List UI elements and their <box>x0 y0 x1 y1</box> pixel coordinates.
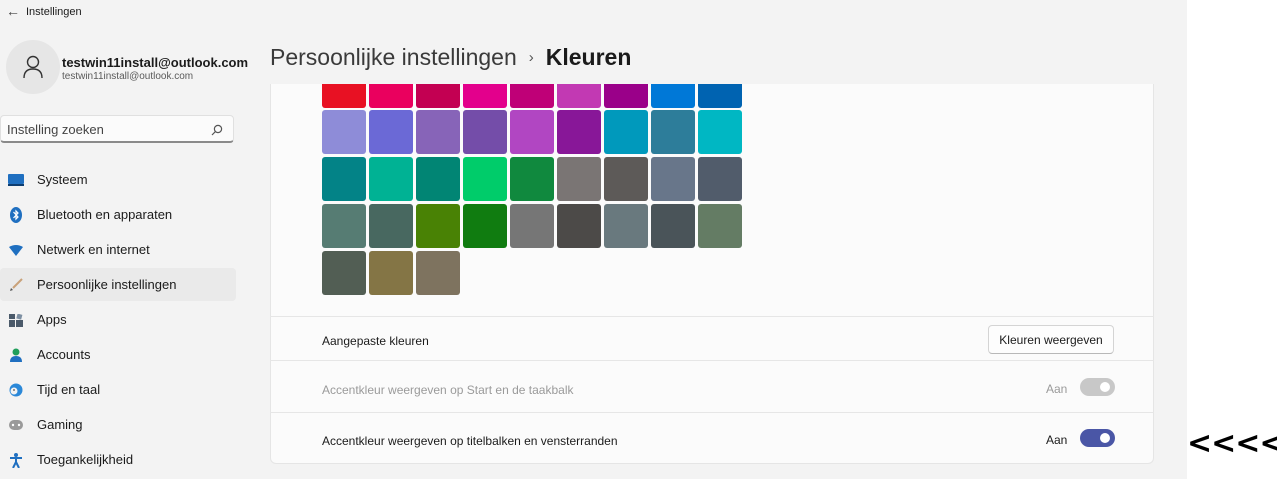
color-swatch[interactable] <box>651 204 695 248</box>
color-swatch[interactable] <box>651 84 695 108</box>
show-colors-button[interactable]: Kleuren weergeven <box>988 325 1114 354</box>
back-arrow-icon[interactable]: ← <box>6 3 20 19</box>
title-bar: ← Instellingen <box>0 0 1187 26</box>
page-title: Kleuren <box>545 44 632 70</box>
accent-titlebars-state: Aan <box>1046 433 1068 447</box>
custom-colors-row: Aangepaste kleuren Kleuren weergeven <box>270 316 1154 360</box>
color-swatch[interactable] <box>463 204 507 248</box>
color-swatch[interactable] <box>369 157 413 201</box>
color-swatch[interactable] <box>463 110 507 154</box>
sidebar-item-systeem[interactable]: Systeem <box>0 163 236 196</box>
accent-start-label: Accentkleur weergeven op Start en de taa… <box>322 383 574 397</box>
globe-clock-icon <box>8 382 24 398</box>
color-swatch[interactable] <box>416 157 460 201</box>
sidebar-item-persoonlijke-instellingen[interactable]: Persoonlijke instellingen <box>0 268 236 301</box>
color-swatch[interactable] <box>510 204 554 248</box>
color-swatch[interactable] <box>651 110 695 154</box>
sidebar-item-apps[interactable]: Apps <box>0 303 236 336</box>
sidebar-item-tijd-en-taal[interactable]: Tijd en taal <box>0 373 236 406</box>
sidebar-item-label: Toegankelijkheid <box>37 452 134 467</box>
color-swatch[interactable] <box>557 110 601 154</box>
color-swatch[interactable] <box>698 84 742 108</box>
color-swatch[interactable] <box>557 84 601 108</box>
person-icon <box>8 347 24 363</box>
accent-titlebars-label: Accentkleur weergeven op titelbalken en … <box>322 434 618 448</box>
settings-window: ← Instellingen testwin11install@outlook.… <box>0 0 1187 479</box>
sidebar-item-label: Netwerk en internet <box>37 242 150 257</box>
accessibility-icon <box>8 452 24 468</box>
search-input[interactable] <box>7 116 197 142</box>
breadcrumb-parent[interactable]: Persoonlijke instellingen <box>270 44 517 70</box>
avatar[interactable] <box>6 40 60 94</box>
monitor-icon <box>8 172 24 188</box>
custom-colors-label: Aangepaste kleuren <box>322 334 429 348</box>
breadcrumb-separator: › <box>528 49 534 66</box>
color-swatch[interactable] <box>510 157 554 201</box>
color-swatch[interactable] <box>604 157 648 201</box>
color-swatch[interactable] <box>322 157 366 201</box>
color-swatch[interactable] <box>322 251 366 295</box>
user-name: testwin11install@outlook.com <box>62 55 249 70</box>
color-swatch[interactable] <box>322 204 366 248</box>
toggle-knob <box>1100 433 1110 443</box>
annotation-arrows: <<<< <box>1187 426 1277 461</box>
accent-titlebars-toggle[interactable] <box>1080 429 1115 447</box>
color-swatch[interactable] <box>510 84 554 108</box>
accent-titlebars-row: Accentkleur weergeven op titelbalken en … <box>270 412 1154 464</box>
color-swatch[interactable] <box>604 84 648 108</box>
color-swatch[interactable] <box>698 110 742 154</box>
sidebar-item-toegankelijkheid[interactable]: Toegankelijkheid <box>0 443 236 476</box>
brush-icon <box>8 277 24 293</box>
color-swatch[interactable] <box>557 157 601 201</box>
apps-icon <box>8 312 24 328</box>
accent-start-state: Aan <box>1046 382 1068 396</box>
color-swatch[interactable] <box>322 84 366 108</box>
person-outline-icon <box>23 55 43 79</box>
wifi-icon <box>8 242 24 258</box>
gamepad-icon <box>8 417 24 433</box>
sidebar-item-label: Accounts <box>37 347 91 362</box>
color-swatch[interactable] <box>698 204 742 248</box>
color-swatch[interactable] <box>557 204 601 248</box>
color-swatch[interactable] <box>322 110 366 154</box>
sidebar-nav: Systeem Bluetooth en apparaten Netwerk e… <box>0 163 236 478</box>
color-swatch[interactable] <box>604 110 648 154</box>
color-swatch[interactable] <box>463 84 507 108</box>
color-swatch[interactable] <box>510 110 554 154</box>
sidebar-item-label: Apps <box>37 312 67 327</box>
bluetooth-icon <box>8 207 24 223</box>
accent-start-toggle[interactable] <box>1080 378 1115 396</box>
color-swatch[interactable] <box>416 204 460 248</box>
sidebar-item-label: Bluetooth en apparaten <box>37 207 173 222</box>
color-swatch[interactable] <box>369 251 413 295</box>
sidebar-item-label: Systeem <box>37 172 88 187</box>
color-swatch[interactable] <box>416 251 460 295</box>
color-swatch[interactable] <box>369 204 413 248</box>
color-swatch[interactable] <box>416 110 460 154</box>
breadcrumb: Persoonlijke instellingen › Kleuren <box>270 44 631 71</box>
sidebar-item-netwerk[interactable]: Netwerk en internet <box>0 233 236 266</box>
sidebar-item-label: Gaming <box>37 417 83 432</box>
window-title: Instellingen <box>26 6 82 18</box>
sidebar-item-label: Persoonlijke instellingen <box>37 277 177 292</box>
color-swatch[interactable] <box>463 157 507 201</box>
toggle-knob <box>1100 382 1110 392</box>
search-icon[interactable] <box>211 123 223 141</box>
sidebar-item-label: Tijd en taal <box>37 382 101 397</box>
color-swatch[interactable] <box>416 84 460 108</box>
color-swatch[interactable] <box>651 157 695 201</box>
search-box[interactable] <box>0 115 234 143</box>
user-email: testwin11install@outlook.com <box>62 71 194 82</box>
color-swatch[interactable] <box>369 84 413 108</box>
sidebar-item-gaming[interactable]: Gaming <box>0 408 236 441</box>
color-swatch[interactable] <box>369 110 413 154</box>
user-profile[interactable]: testwin11install@outlook.com testwin11in… <box>6 40 249 94</box>
sidebar-item-accounts[interactable]: Accounts <box>0 338 236 371</box>
sidebar-item-bluetooth[interactable]: Bluetooth en apparaten <box>0 198 236 231</box>
color-swatch[interactable] <box>604 204 648 248</box>
accent-start-row: Accentkleur weergeven op Start en de taa… <box>270 360 1154 412</box>
color-swatch[interactable] <box>698 157 742 201</box>
